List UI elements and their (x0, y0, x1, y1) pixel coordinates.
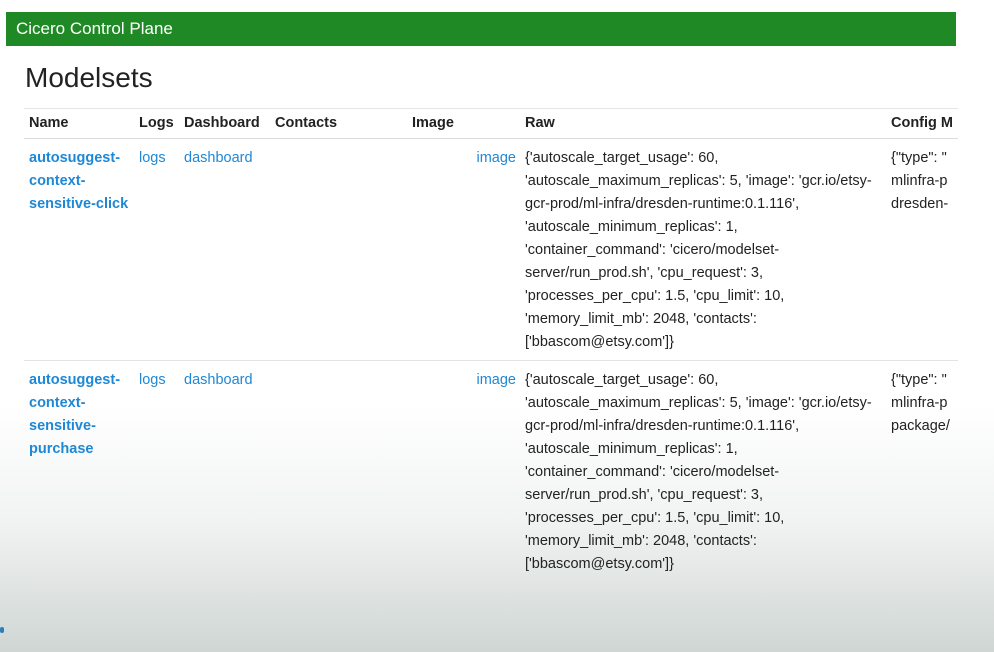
dashboard-link[interactable]: dashboard (184, 150, 253, 166)
edge-dot-marker (0, 627, 4, 633)
image-link[interactable]: image (477, 372, 517, 388)
dashboard-link[interactable]: dashboard (184, 372, 253, 388)
column-header-config[interactable]: Config M (886, 108, 958, 139)
modelset-name-link[interactable]: autosuggest-context-sensitive-purchase (29, 372, 120, 457)
logs-link[interactable]: logs (139, 372, 166, 388)
column-header-name[interactable]: Name (24, 108, 134, 139)
table-header-row: Name Logs Dashboard Contacts Image Raw C… (24, 108, 958, 139)
top-navbar: Cicero Control Plane (6, 12, 956, 46)
modelsets-table: Name Logs Dashboard Contacts Image Raw C… (24, 108, 958, 583)
config-map-cell: {"type": " mlinfra-p dresden- (886, 138, 958, 361)
logs-link[interactable]: logs (139, 150, 166, 166)
contacts-cell (270, 360, 407, 583)
column-header-contacts[interactable]: Contacts (270, 108, 407, 139)
table-row: autosuggest-context-sensitive-purchase l… (24, 360, 958, 583)
column-header-raw[interactable]: Raw (520, 108, 886, 139)
table-row: autosuggest-context-sensitive-click logs… (24, 138, 958, 361)
column-header-dashboard[interactable]: Dashboard (179, 108, 270, 139)
page-title: Modelsets (25, 62, 153, 93)
column-header-logs[interactable]: Logs (134, 108, 179, 139)
brand-link[interactable]: Cicero Control Plane (16, 19, 173, 39)
column-header-image[interactable]: Image (407, 108, 520, 139)
image-link[interactable]: image (477, 150, 517, 166)
config-map-cell: {"type": " mlinfra-p package/ (886, 360, 958, 583)
browser-viewport: Cicero Control Plane Modelsets Name Logs… (0, 0, 958, 652)
contacts-cell (270, 138, 407, 361)
raw-config-cell: {'autoscale_target_usage': 60, 'autoscal… (520, 138, 886, 361)
modelset-name-link[interactable]: autosuggest-context-sensitive-click (29, 150, 128, 212)
raw-config-cell: {'autoscale_target_usage': 60, 'autoscal… (520, 360, 886, 583)
